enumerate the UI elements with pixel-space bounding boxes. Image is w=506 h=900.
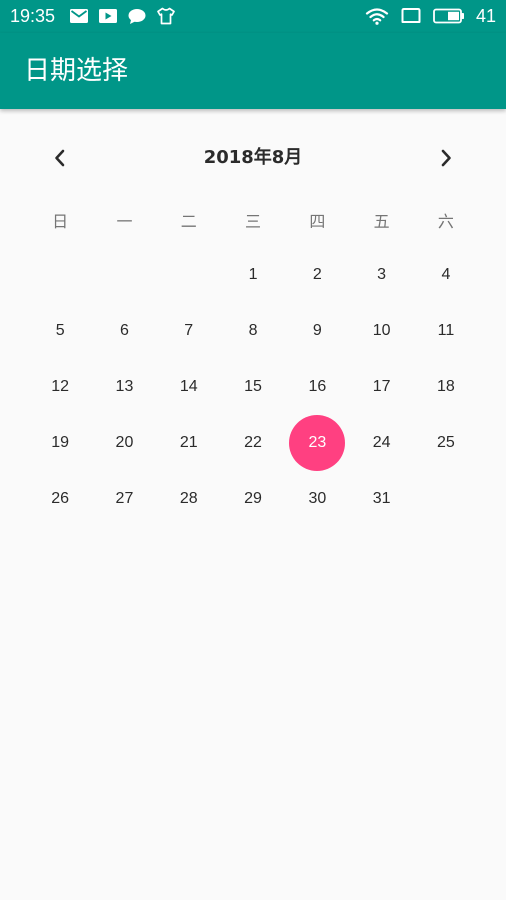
calendar-day-label: 21 [179,434,198,451]
calendar-day[interactable]: 10 [349,303,413,359]
calendar-day[interactable]: 5 [28,303,92,359]
calendar-day-label: 27 [115,490,134,507]
calendar-day[interactable]: 9 [285,303,349,359]
calendar-day[interactable]: 6 [92,303,156,359]
calendar-day[interactable]: 28 [157,471,221,527]
calendar-day[interactable]: 29 [221,471,285,527]
month-header: 2018年8月 [0,138,506,178]
calendar-day-label: 5 [55,322,65,339]
calendar-day-label: 1 [248,266,258,283]
battery-icon [433,8,464,24]
calendar-day[interactable]: 26 [28,471,92,527]
calendar-day[interactable]: 31 [349,471,413,527]
calendar-day-grid: 1 2 3 4 5 6 7 8 9 10 11 12 13 14 15 16 17 18 19 20 21 22 23 24 2… [28,247,478,527]
calendar-day-label: 15 [244,378,262,395]
calendar-empty-cell [92,247,156,303]
calendar-day[interactable]: 24 [349,415,413,471]
screen-rotate-icon [401,8,421,23]
weekday-wednesday: 三 [245,212,262,231]
calendar-day[interactable]: 21 [157,415,221,471]
calendar-day-label: 8 [248,322,258,339]
calendar-day-label: 19 [51,434,70,451]
calendar-day-label: 31 [372,490,391,507]
calendar-day[interactable]: 12 [28,359,92,415]
battery-level: 41 [475,6,496,26]
app-title: 日期选择 [24,56,129,86]
calendar-day[interactable]: 2 [285,247,349,303]
calendar-day[interactable]: 13 [92,359,156,415]
weekday-sunday: 日 [52,212,69,231]
calendar-day[interactable]: 3 [349,247,413,303]
calendar-day[interactable]: 11 [414,303,478,359]
calendar-day-label: 6 [119,322,129,339]
mail-icon [70,9,88,23]
calendar-day[interactable]: 14 [157,359,221,415]
calendar-day-label: 7 [184,322,194,339]
calendar-empty-cell [28,247,92,303]
calendar-day-label: 9 [312,322,322,339]
app-bar: 日期选择 [0,33,506,109]
wifi-icon [365,8,389,25]
calendar-day-label: 26 [51,490,70,507]
calendar-day-label: 28 [179,490,198,507]
calendar-day-label: 20 [115,434,134,451]
calendar-day-label: 17 [372,378,391,395]
chat-icon [128,9,146,24]
weekday-header-row: 日 一 二 三 四 五 六 [28,204,478,240]
calendar-day-label: 11 [437,322,455,339]
weekday-tuesday: 二 [180,212,197,231]
calendar-day-label: 24 [372,434,391,451]
play-icon [99,9,117,23]
weekday-friday: 五 [373,212,390,231]
calendar-empty-cell [157,247,221,303]
calendar-day-label: 18 [437,378,455,395]
calendar-day-label: 12 [51,378,70,395]
status-time: 19:35 [10,6,56,26]
notification-icons [69,6,176,26]
status-bar: 19:35 41 [0,0,506,33]
calendar-day[interactable]: 1 [221,247,285,303]
calendar-day[interactable]: 27 [92,471,156,527]
next-month-button[interactable] [430,142,462,174]
calendar-day-label: 2 [312,266,322,283]
chevron-left-icon [55,149,65,167]
calendar-day[interactable]: 8 [221,303,285,359]
calendar-day-label: 22 [244,434,262,451]
calendar-day-label: 10 [372,322,391,339]
weekday-saturday: 六 [437,212,454,231]
calendar-day[interactable]: 30 [285,471,349,527]
shirt-icon [157,7,175,25]
weekday-thursday: 四 [309,212,326,231]
calendar-day[interactable]: 4 [414,247,478,303]
calendar-day-label: 25 [437,434,455,451]
calendar-day-label: 30 [308,490,327,507]
calendar-day[interactable]: 19 [28,415,92,471]
weekday-monday: 一 [116,212,133,231]
calendar-day[interactable]: 7 [157,303,221,359]
calendar-day[interactable]: 15 [221,359,285,415]
prev-month-button[interactable] [44,142,76,174]
chevron-right-icon [441,149,451,167]
calendar-day[interactable]: 22 [221,415,285,471]
calendar-day[interactable]: 20 [92,415,156,471]
calendar-day-label: 3 [377,266,387,283]
calendar-day[interactable]: 18 [414,359,478,415]
calendar-day-label: 4 [441,266,451,283]
calendar-day[interactable]: 25 [414,415,478,471]
calendar-day[interactable]: 17 [349,359,413,415]
calendar-day-label: 13 [115,378,134,395]
calendar-day-label: 23 [308,434,327,451]
calendar-day-selected[interactable]: 23 [285,415,349,471]
system-status-icons: 41 [365,5,496,27]
calendar-day[interactable]: 16 [285,359,349,415]
calendar-day-label: 16 [308,378,327,395]
calendar-day-label: 14 [179,378,198,395]
calendar-day-label: 29 [244,490,262,507]
